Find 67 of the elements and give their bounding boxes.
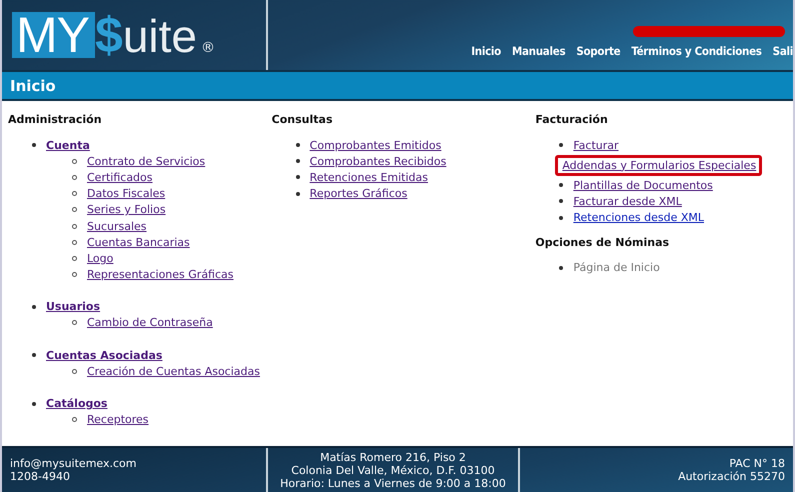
menu-link[interactable]: Facturar: [573, 138, 619, 152]
footer-text: info@mysuitemex.com: [10, 457, 138, 470]
menu-link[interactable]: Sucursales: [87, 220, 147, 233]
bullet-icon: [296, 192, 300, 196]
section-title: Opciones de Nóminas: [535, 236, 670, 250]
bullet-icon: [559, 183, 564, 188]
nav-link[interactable]: Términos y Condiciones: [631, 44, 762, 58]
menu-link[interactable]: Facturar desde XML: [573, 194, 682, 208]
bullet-icon: [72, 417, 77, 422]
footer-text: Horario: Lunes a Viernes de 9:00 a 18:00: [280, 476, 506, 490]
bullet-icon: [72, 224, 77, 229]
bullet-icon: [72, 272, 77, 278]
bullet-icon: [32, 402, 36, 406]
menu-link[interactable]: Retenciones desde XML: [573, 211, 704, 224]
menu-link[interactable]: Comprobantes Recibidos: [310, 154, 446, 168]
menu-link[interactable]: Creación de Cuentas Asociadas: [87, 364, 260, 378]
menu-text: Página de Inicio: [573, 261, 660, 274]
bullet-icon: [559, 266, 564, 270]
bullet-icon: [72, 368, 77, 374]
footer-text: 1208-4940: [10, 470, 71, 483]
menu-link[interactable]: Catálogos: [46, 397, 108, 410]
bullet-icon: [72, 320, 77, 326]
bullet-icon: [72, 158, 77, 164]
menu-link[interactable]: Certificados: [87, 170, 153, 184]
menu-link[interactable]: Representaciones Gráficas: [87, 268, 234, 282]
bullet-icon: [32, 304, 36, 309]
nav-link[interactable]: Soporte: [576, 44, 620, 58]
menu-link[interactable]: Logo: [87, 252, 114, 265]
menu-link[interactable]: Cuenta: [46, 138, 90, 152]
footer-text: Matías Romero 216, Piso 2: [320, 450, 466, 464]
section-title: Facturación: [535, 113, 609, 127]
page-title: Inicio: [10, 76, 56, 94]
section-title: Consultas: [272, 113, 334, 127]
menu-link[interactable]: Addendas y Formularios Especiales: [562, 158, 756, 172]
menu-link[interactable]: Cuentas Asociadas: [46, 348, 162, 362]
logo: MY$uite®: [12, 12, 215, 58]
menu-link[interactable]: Usuarios: [46, 300, 100, 314]
bullet-icon: [72, 207, 77, 212]
menu-link[interactable]: Reportes Gráficos: [310, 187, 408, 200]
nav-link[interactable]: Manuales: [512, 44, 566, 58]
menu-link[interactable]: Cambio de Contraseña: [87, 316, 213, 330]
menu-link[interactable]: Cuentas Bancarias: [87, 236, 190, 249]
bullet-icon: [559, 216, 564, 220]
bullet-icon: [296, 143, 300, 148]
bullet-icon: [72, 256, 77, 261]
menu-link[interactable]: Contrato de Servicios: [87, 154, 206, 168]
nav-link[interactable]: Sali: [772, 44, 793, 58]
menu-link[interactable]: Comprobantes Emitidos: [310, 138, 442, 152]
footer-text: Colonia Del Valle, México, D.F. 03100: [291, 464, 495, 476]
menu-link[interactable]: Receptores: [87, 413, 149, 426]
bullet-icon: [296, 175, 300, 180]
menu-link[interactable]: Retenciones Emitidas: [310, 170, 428, 184]
bullet-icon: [32, 353, 36, 358]
bullet-icon: [72, 240, 77, 245]
footer-text: PAC N° 18: [729, 457, 785, 470]
bullet-icon: [32, 143, 36, 148]
bullet-icon: [72, 191, 77, 196]
section-title: Administración: [8, 113, 103, 127]
nav-link[interactable]: Inicio: [471, 44, 501, 58]
bullet-icon: [72, 174, 77, 180]
menu-link[interactable]: Datos Fiscales: [87, 187, 166, 200]
menu-link[interactable]: Series y Folios: [87, 203, 166, 216]
menu-link[interactable]: Plantillas de Documentos: [573, 178, 713, 192]
bullet-icon: [559, 143, 564, 148]
footer-text: Autorización 55270: [678, 470, 785, 483]
bullet-icon: [559, 199, 564, 204]
bullet-icon: [296, 159, 300, 164]
